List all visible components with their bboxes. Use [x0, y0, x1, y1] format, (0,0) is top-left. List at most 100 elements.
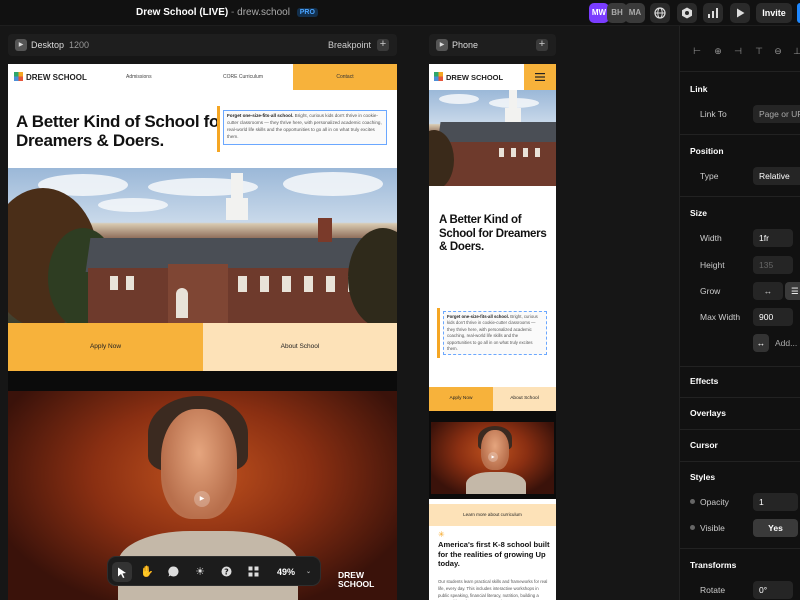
- about-school-button[interactable]: About School: [203, 323, 397, 371]
- project-separator: -: [231, 7, 235, 18]
- preview-play-icon[interactable]: [730, 3, 750, 23]
- globe-icon[interactable]: [650, 3, 670, 23]
- video-play-icon[interactable]: ▶: [488, 452, 498, 462]
- site-logo[interactable]: DREW SCHOOL: [434, 72, 503, 82]
- hero-quote[interactable]: Forget one-size-fits-all school. Bright,…: [437, 308, 549, 358]
- phone-nav: DREW SCHOOL: [429, 64, 556, 90]
- link-to-label: Link To: [700, 109, 727, 119]
- visible-label: Visible: [700, 523, 725, 533]
- properties-panel: ⊢ ⊕ ⊣ ⊤ ⊖ ⊥ Link Link To Page or URL Pos…: [679, 26, 800, 600]
- section-link[interactable]: Link: [690, 84, 707, 94]
- desktop-frame[interactable]: DREW SCHOOL Admissions CORE Curriculum C…: [8, 64, 397, 600]
- comment-tool-icon[interactable]: [163, 562, 183, 582]
- menu-button[interactable]: [524, 64, 556, 90]
- section-title: America's first K-8 school built for the…: [438, 540, 550, 568]
- section-overlays[interactable]: Overlays: [690, 408, 726, 418]
- hero-quote-text: Forget one-size-fits-all school. Bright,…: [223, 110, 387, 145]
- intro-video[interactable]: ▶: [431, 422, 554, 494]
- add-breakpoint-icon[interactable]: +: [377, 39, 389, 51]
- avatar-ma[interactable]: MA: [625, 3, 645, 23]
- align-bottom-icon[interactable]: ⊥: [792, 46, 800, 56]
- align-right-icon[interactable]: ⊣: [733, 46, 743, 56]
- section-body: Our students learn practical skills and …: [438, 579, 548, 600]
- section-size[interactable]: Size: [690, 208, 707, 218]
- project-title[interactable]: Drew School (LIVE) - drew.school PRO: [136, 7, 318, 18]
- svg-text:?: ?: [224, 567, 229, 576]
- curriculum-section: ✳ America's first K-8 school built for t…: [429, 526, 556, 600]
- video-play-icon[interactable]: ▶: [194, 491, 210, 507]
- project-domain: drew.school: [237, 7, 290, 18]
- height-field[interactable]: 135: [753, 256, 793, 274]
- avatar-mw[interactable]: MW: [589, 3, 609, 23]
- align-center-h-icon[interactable]: ⊕: [713, 46, 723, 56]
- align-top-icon[interactable]: ⊤: [754, 46, 764, 56]
- grow-label: Grow: [700, 286, 721, 296]
- zoom-select[interactable]: 49% ⌄: [273, 562, 315, 582]
- breakpoint-label[interactable]: Breakpoint: [328, 40, 371, 50]
- link-to-field[interactable]: Page or URL: [753, 105, 800, 123]
- opacity-dot-icon: [690, 499, 695, 504]
- grid-tool-icon[interactable]: [243, 562, 263, 582]
- chevron-down-icon: ⌄: [305, 569, 311, 575]
- grow-stack-icon[interactable]: ☰: [785, 282, 800, 300]
- avatar-bh[interactable]: BH: [607, 3, 627, 23]
- logo-mark-icon: [434, 72, 443, 81]
- video-spacer: [8, 371, 397, 391]
- position-type-select[interactable]: Relative: [753, 167, 800, 185]
- curriculum-link[interactable]: Learn more about curriculum: [429, 504, 556, 526]
- hero-title: A Better Kind of School for Dreamers & D…: [439, 214, 547, 253]
- apply-now-button[interactable]: Apply Now: [8, 323, 203, 371]
- add-constraint-label[interactable]: Add...: [775, 338, 797, 348]
- add-constraint-icon[interactable]: ↔: [753, 334, 769, 352]
- desktop-frame-header[interactable]: ▶ Desktop 1200 Breakpoint +: [8, 34, 397, 56]
- hand-tool-icon[interactable]: ✋: [137, 562, 157, 582]
- canvas[interactable]: ▶ Desktop 1200 Breakpoint + DREW SCHOOL …: [0, 26, 679, 600]
- nav-contact-button[interactable]: Contact: [293, 64, 397, 90]
- site-logo[interactable]: DREW SCHOOL: [14, 72, 87, 82]
- add-breakpoint-icon[interactable]: +: [536, 39, 548, 51]
- select-tool-icon[interactable]: [112, 562, 132, 582]
- top-bar: Drew School (LIVE) - drew.school PRO MW …: [0, 0, 800, 26]
- section-effects[interactable]: Effects: [690, 376, 718, 386]
- rotate-field[interactable]: 0°: [753, 581, 793, 599]
- width-field[interactable]: 1fr: [753, 229, 793, 247]
- frame-play-icon[interactable]: ▶: [436, 39, 448, 51]
- help-tool-icon[interactable]: ?: [216, 562, 236, 582]
- plan-badge: PRO: [296, 8, 318, 17]
- nav-link-curriculum[interactable]: CORE Curriculum: [223, 74, 263, 80]
- phone-frame[interactable]: DREW SCHOOL A Better Kind of School for …: [429, 64, 556, 600]
- opacity-label: Opacity: [700, 497, 729, 507]
- frame-width: 1200: [69, 40, 90, 50]
- school-photo: [429, 90, 556, 186]
- section-transforms[interactable]: Transforms: [690, 560, 736, 570]
- height-label: Height: [700, 260, 725, 270]
- section-cursor[interactable]: Cursor: [690, 440, 718, 450]
- frame-name: Phone: [452, 40, 479, 50]
- section-styles[interactable]: Styles: [690, 472, 715, 482]
- align-left-icon[interactable]: ⊢: [692, 46, 702, 56]
- hero-quote[interactable]: Forget one-size-fits-all school. Bright,…: [217, 106, 389, 152]
- settings-icon[interactable]: [677, 3, 697, 23]
- section-position[interactable]: Position: [690, 146, 724, 156]
- desktop-nav: DREW SCHOOL Admissions CORE Curriculum C…: [8, 64, 397, 90]
- grow-horizontal-icon[interactable]: ↔: [753, 282, 783, 300]
- max-width-label: Max Width: [700, 312, 741, 322]
- frame-play-icon[interactable]: ▶: [15, 39, 27, 51]
- phone-frame-header[interactable]: ▶ Phone +: [429, 34, 556, 56]
- align-middle-icon[interactable]: ⊖: [773, 46, 783, 56]
- analytics-icon[interactable]: [703, 3, 723, 23]
- logo-mark-icon: [14, 72, 23, 81]
- opacity-field[interactable]: 1: [753, 493, 798, 511]
- video-watermark: DREW SCHOOL: [338, 570, 375, 589]
- nav-link-admissions[interactable]: Admissions: [126, 74, 152, 80]
- visible-toggle[interactable]: Yes: [753, 519, 798, 537]
- invite-button[interactable]: Invite: [756, 3, 792, 23]
- apply-now-button[interactable]: Apply Now: [429, 387, 493, 411]
- visible-dot-icon: [690, 525, 695, 530]
- max-width-field[interactable]: 900: [753, 308, 793, 326]
- theme-tool-icon[interactable]: ☀: [190, 562, 210, 582]
- canvas-toolbar: ✋ ☀ ? 49% ⌄: [107, 556, 321, 586]
- project-name: Drew School (LIVE): [136, 7, 229, 18]
- about-school-button[interactable]: About School: [493, 387, 556, 411]
- hamburger-icon: [535, 73, 545, 81]
